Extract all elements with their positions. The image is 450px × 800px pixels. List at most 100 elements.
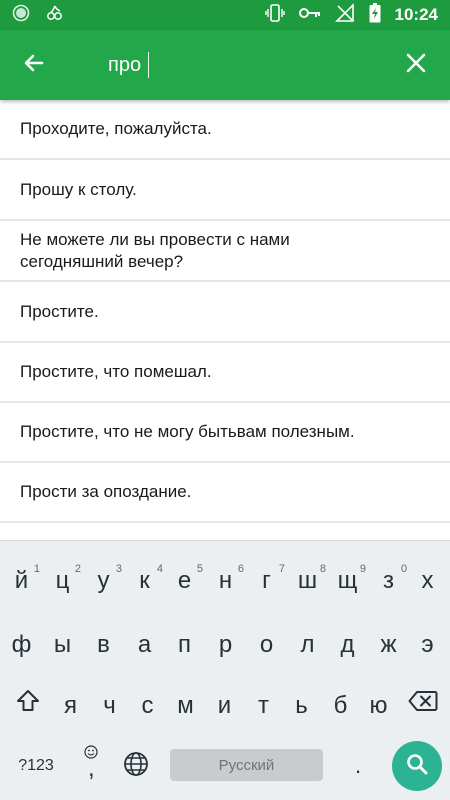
key[interactable]: ь — [281, 678, 322, 728]
key[interactable]: 3у — [83, 553, 124, 603]
back-button[interactable] — [14, 45, 54, 85]
key-letter: в — [97, 631, 110, 658]
key[interactable]: 0з — [368, 553, 409, 603]
shift-key[interactable] — [8, 681, 48, 725]
symbols-key[interactable]: ?123 — [10, 746, 62, 786]
result-item[interactable]: Прости за опоздание. — [0, 463, 450, 523]
key-hint: 8 — [319, 563, 326, 575]
key[interactable]: б — [320, 678, 361, 728]
key-hint: 6 — [237, 563, 244, 575]
key-letter: ж — [380, 631, 397, 658]
key[interactable]: м — [165, 678, 206, 728]
key[interactable]: п — [164, 617, 205, 667]
key[interactable]: и — [204, 678, 245, 728]
key-letter: и — [217, 692, 232, 719]
key-letter: щ — [337, 567, 358, 594]
battery-charging-icon — [369, 2, 381, 28]
key-letter: а — [137, 631, 152, 658]
key-letter: ь — [295, 692, 308, 719]
key[interactable]: 7г — [246, 553, 287, 603]
key[interactable]: о — [246, 617, 287, 667]
key-letter: ц — [55, 567, 70, 594]
signal-off-icon — [334, 2, 355, 28]
key[interactable]: ы — [42, 617, 83, 667]
period-key[interactable]: . — [340, 746, 376, 786]
key[interactable]: я — [50, 678, 91, 728]
key[interactable]: 8ш — [287, 553, 328, 603]
key[interactable]: в — [83, 617, 124, 667]
result-item[interactable]: Простите. — [0, 283, 450, 343]
key-hint: 7 — [278, 563, 285, 575]
shift-icon — [15, 688, 41, 719]
key-letter: ы — [53, 631, 72, 658]
app-circle-icon — [12, 4, 30, 27]
result-text: Проходите, пожалуйста. — [20, 119, 212, 138]
key-hint: 9 — [359, 563, 366, 575]
key-letter: з — [382, 567, 394, 594]
key-icon — [298, 6, 321, 25]
key-letter: д — [340, 631, 355, 658]
result-item[interactable]: Проходите, пожалуйста. — [0, 100, 450, 160]
key[interactable]: ж — [368, 617, 409, 667]
search-app-bar — [0, 30, 450, 100]
search-action-button[interactable] — [392, 741, 442, 791]
key[interactable]: с — [127, 678, 168, 728]
key[interactable]: ю — [358, 678, 399, 728]
backspace-key[interactable] — [400, 681, 446, 725]
status-bar: 10:24 — [0, 0, 450, 30]
status-time: 10:24 — [394, 5, 438, 24]
comma-emoji-key[interactable]: , — [74, 741, 110, 789]
key-letter: к — [139, 567, 150, 594]
language-key[interactable] — [116, 746, 156, 786]
key[interactable]: 2ц — [42, 553, 83, 603]
key[interactable]: а — [124, 617, 165, 667]
result-text: Прошу к столу. — [20, 180, 137, 199]
key-letter: э — [421, 631, 434, 658]
result-text: Простите, что помешал. — [20, 362, 212, 381]
key[interactable]: 5е — [164, 553, 205, 603]
globe-icon — [123, 751, 149, 782]
result-item[interactable] — [0, 523, 450, 540]
key[interactable]: 4к — [124, 553, 165, 603]
key[interactable]: л — [287, 617, 328, 667]
key[interactable]: э — [407, 617, 448, 667]
status-left-icons — [12, 4, 64, 27]
key-hint: 3 — [115, 563, 122, 575]
result-text: Простите. — [20, 302, 99, 321]
key[interactable]: т — [243, 678, 284, 728]
result-text: Простите, что не могу бытьвам полезным. — [20, 422, 355, 441]
result-item[interactable]: Простите, что не могу бытьвам полезным. — [0, 403, 450, 463]
result-item[interactable]: Не можете ли вы провести с нами сегодняш… — [0, 222, 450, 282]
key-hint: 4 — [156, 563, 163, 575]
key-letter: т — [258, 692, 269, 719]
key[interactable]: р — [205, 617, 246, 667]
key[interactable]: 6н — [205, 553, 246, 603]
result-item[interactable]: Прошу к столу. — [0, 161, 450, 221]
key-letter: ч — [103, 692, 116, 719]
result-item[interactable]: Простите, что помешал. — [0, 343, 450, 403]
key-letter: ш — [297, 567, 318, 594]
key-letter: е — [177, 567, 192, 594]
key[interactable]: 1й — [1, 553, 42, 603]
key[interactable]: ф — [1, 617, 42, 667]
key-letter: г — [262, 567, 271, 594]
key-hint: 5 — [196, 563, 203, 575]
clear-search-button[interactable] — [396, 45, 436, 85]
space-key[interactable]: Русский — [170, 749, 323, 781]
key-hint: 2 — [74, 563, 81, 575]
key-letter: х — [421, 567, 434, 594]
key[interactable]: ч — [89, 678, 130, 728]
text-cursor — [148, 52, 149, 78]
key-letter: п — [178, 631, 191, 658]
close-icon — [405, 52, 427, 79]
key-letter: й — [14, 567, 29, 594]
onscreen-keyboard: 1й 2ц 3у 4к 5е 6н 7г 8ш 9щ 0з х ф ы в а … — [0, 540, 450, 800]
key-letter: ф — [11, 631, 32, 658]
key[interactable]: д — [327, 617, 368, 667]
key-letter: н — [218, 567, 233, 594]
key[interactable]: 9щ — [327, 553, 368, 603]
status-right-icons: 10:24 — [264, 0, 438, 30]
key-letter: с — [141, 692, 154, 719]
comma-label: , — [88, 755, 95, 782]
key[interactable]: х — [407, 553, 448, 603]
